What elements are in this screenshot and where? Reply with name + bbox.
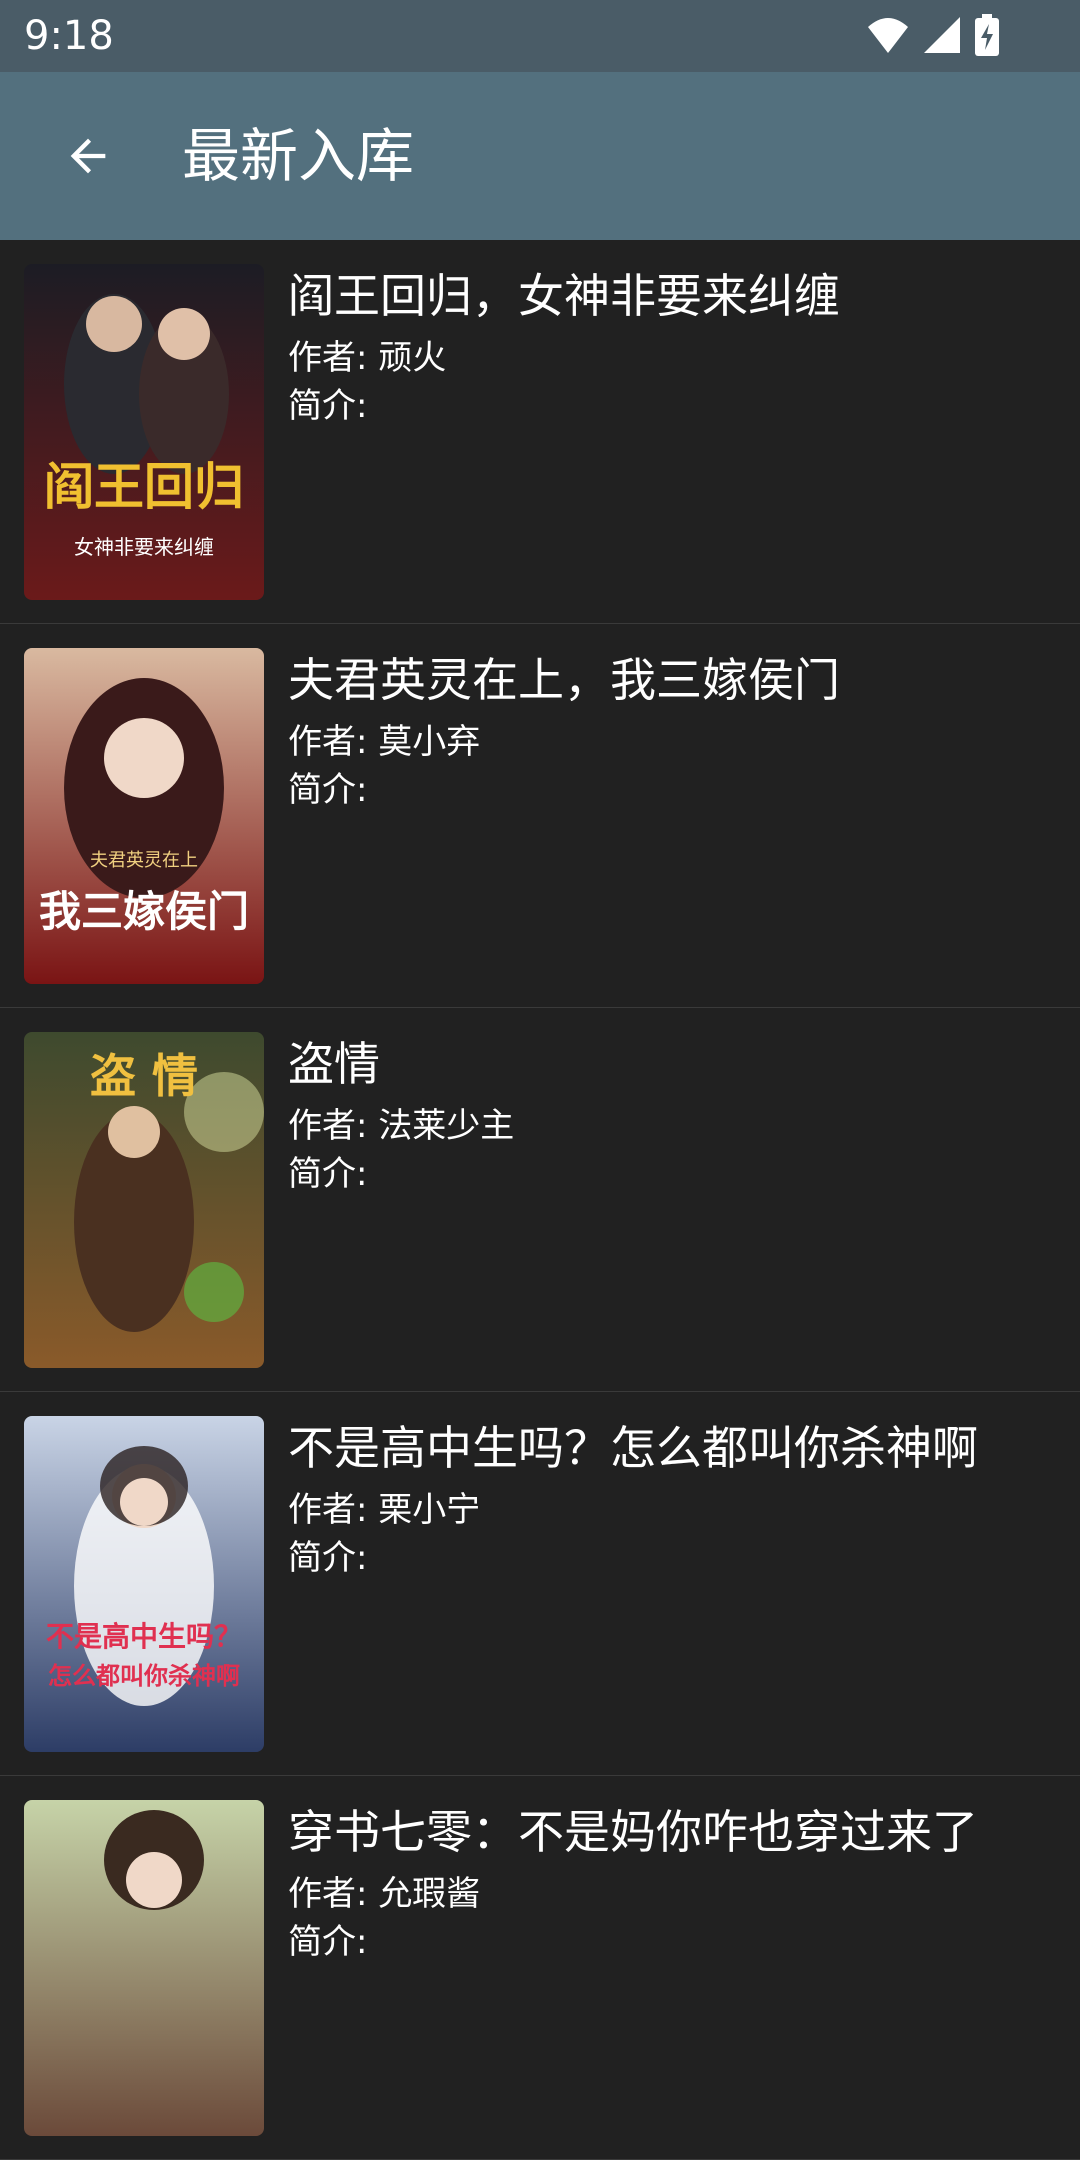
- book-item[interactable]: 阎王回归 女神非要来纠缠 阎王回归，女神非要来纠缠 作者: 顽火 简介:: [0, 240, 1080, 624]
- book-item[interactable]: 夫君英灵在上 我三嫁侯门 夫君英灵在上，我三嫁侯门 作者: 莫小弃 简介:: [0, 624, 1080, 1008]
- book-author: 作者: 允瑕酱: [288, 1874, 481, 1914]
- book-author: 作者: 法莱少主: [288, 1106, 515, 1146]
- status-time: 9:18: [24, 13, 114, 59]
- battery-charging-icon: [974, 14, 1000, 60]
- book-cover: 不是高中生吗？ 怎么都叫你杀神啊: [24, 1416, 264, 1752]
- book-cover: [24, 1800, 264, 2136]
- status-icons: [866, 14, 1000, 60]
- book-author: 作者: 栗小宁: [288, 1490, 481, 1530]
- status-bar: 9:18: [0, 0, 1080, 72]
- wifi-icon: [866, 15, 910, 59]
- arrow-back-icon: [70, 138, 106, 174]
- book-intro: 简介:: [288, 770, 368, 810]
- cover-title-text: 不是高中生吗？: [46, 1620, 242, 1653]
- book-item[interactable]: 穿书七零：不是妈你咋也穿过来了 作者: 允瑕酱 简介:: [0, 1776, 1080, 2160]
- app-bar: 最新入库: [0, 72, 1080, 240]
- back-button[interactable]: [40, 108, 136, 204]
- cover-subtitle-text: 夫君英灵在上: [90, 850, 198, 871]
- book-title: 穿书七零：不是妈你咋也穿过来了: [288, 1805, 978, 1859]
- book-cover: 阎王回归 女神非要来纠缠: [24, 264, 264, 600]
- book-intro: 简介:: [288, 1538, 368, 1578]
- book-item[interactable]: 盗 情 盗情 作者: 法莱少主 简介:: [0, 1008, 1080, 1392]
- book-cover: 盗 情: [24, 1032, 264, 1368]
- book-intro: 简介:: [288, 1922, 368, 1962]
- cover-subtitle-text: 女神非要来纠缠: [74, 535, 214, 559]
- book-title: 阎王回归，女神非要来纠缠: [288, 269, 840, 323]
- book-title: 不是高中生吗？怎么都叫你杀神啊: [288, 1421, 978, 1475]
- cover-title-text: 盗 情: [90, 1049, 198, 1103]
- book-intro: 简介:: [288, 1154, 368, 1194]
- book-item[interactable]: 不是高中生吗？ 怎么都叫你杀神啊 不是高中生吗？怎么都叫你杀神啊 作者: 栗小宁…: [0, 1392, 1080, 1776]
- signal-icon: [922, 15, 962, 59]
- cover-title-text: 我三嫁侯门: [39, 887, 249, 936]
- book-cover: 夫君英灵在上 我三嫁侯门: [24, 648, 264, 984]
- book-list: 阎王回归 女神非要来纠缠 阎王回归，女神非要来纠缠 作者: 顽火 简介: 夫君英…: [0, 240, 1080, 2160]
- book-author: 作者: 莫小弃: [288, 722, 481, 762]
- book-title: 盗情: [288, 1037, 380, 1091]
- page-title: 最新入库: [182, 122, 415, 190]
- cover-title-text: 阎王回归: [44, 457, 244, 516]
- book-intro: 简介:: [288, 386, 368, 426]
- cover-subtitle-text: 怎么都叫你杀神啊: [48, 1661, 240, 1690]
- book-title: 夫君英灵在上，我三嫁侯门: [288, 653, 840, 707]
- book-author: 作者: 顽火: [288, 338, 447, 378]
